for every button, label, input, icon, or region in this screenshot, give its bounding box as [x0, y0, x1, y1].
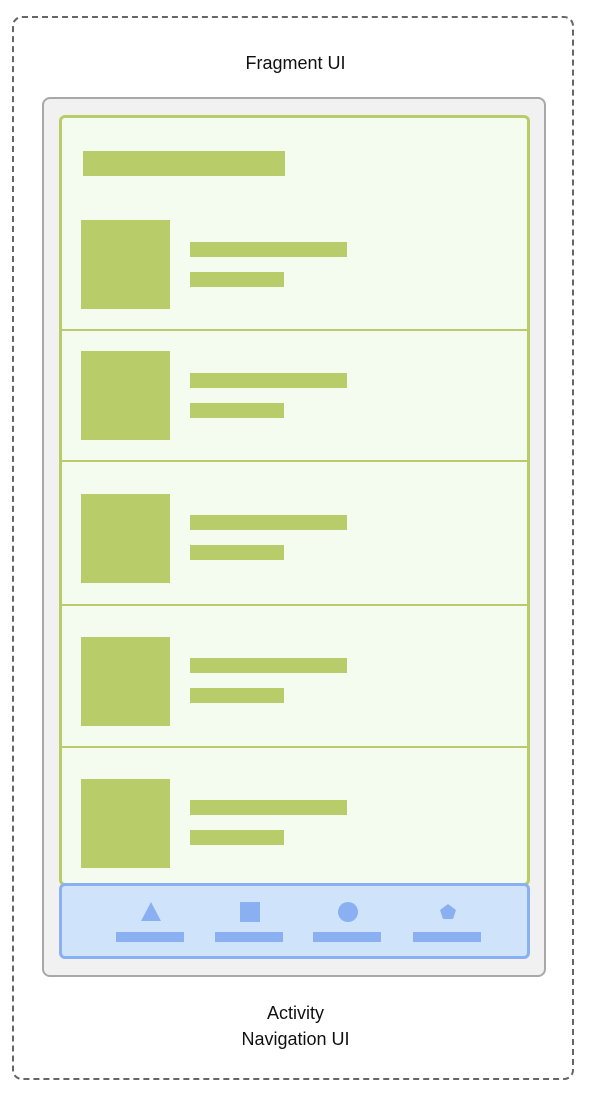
nav-item-triangle[interactable]: [116, 886, 186, 956]
nav-item-square[interactable]: [215, 886, 285, 956]
list-item-subtitle-placeholder: [190, 688, 284, 703]
nav-item-label-placeholder: [215, 932, 283, 942]
nav-item-label-placeholder: [116, 932, 184, 942]
list-item-thumbnail: [81, 779, 170, 868]
triangle-icon: [141, 902, 161, 921]
list-item-title-placeholder: [190, 658, 347, 673]
square-icon: [240, 902, 260, 922]
list-item-thumbnail: [81, 494, 170, 583]
pentagon-icon: [440, 904, 456, 919]
nav-item-circle[interactable]: [313, 886, 383, 956]
list-item-title-placeholder: [190, 800, 347, 815]
fragment-ui-label: Fragment UI: [245, 53, 346, 73]
list-item-title-placeholder: [190, 242, 347, 257]
list-item-title-placeholder: [190, 515, 347, 530]
bottom-navigation-bar: [59, 883, 530, 959]
nav-item-pentagon[interactable]: [413, 886, 483, 956]
list-divider: [62, 329, 527, 331]
list-item-title-placeholder: [190, 373, 347, 388]
list-item-subtitle-placeholder: [190, 272, 284, 287]
fragment-title-placeholder: [83, 151, 285, 176]
activity-label-line2: Navigation UI: [241, 1029, 350, 1049]
activity-navigation-label: Activity Navigation UI: [0, 1000, 591, 1052]
list-item-subtitle-placeholder: [190, 545, 284, 560]
list-item-thumbnail: [81, 637, 170, 726]
fragment-area: [59, 115, 530, 886]
list-divider: [62, 460, 527, 462]
list-divider: [62, 746, 527, 748]
nav-item-label-placeholder: [413, 932, 481, 942]
list-divider: [62, 604, 527, 606]
activity-label-line1: Activity: [266, 1003, 324, 1023]
circle-icon: [338, 902, 358, 922]
nav-item-label-placeholder: [313, 932, 381, 942]
list-item-subtitle-placeholder: [190, 830, 284, 845]
list-item-thumbnail: [81, 351, 170, 440]
list-item-thumbnail: [81, 220, 170, 309]
list-item-subtitle-placeholder: [190, 403, 284, 418]
